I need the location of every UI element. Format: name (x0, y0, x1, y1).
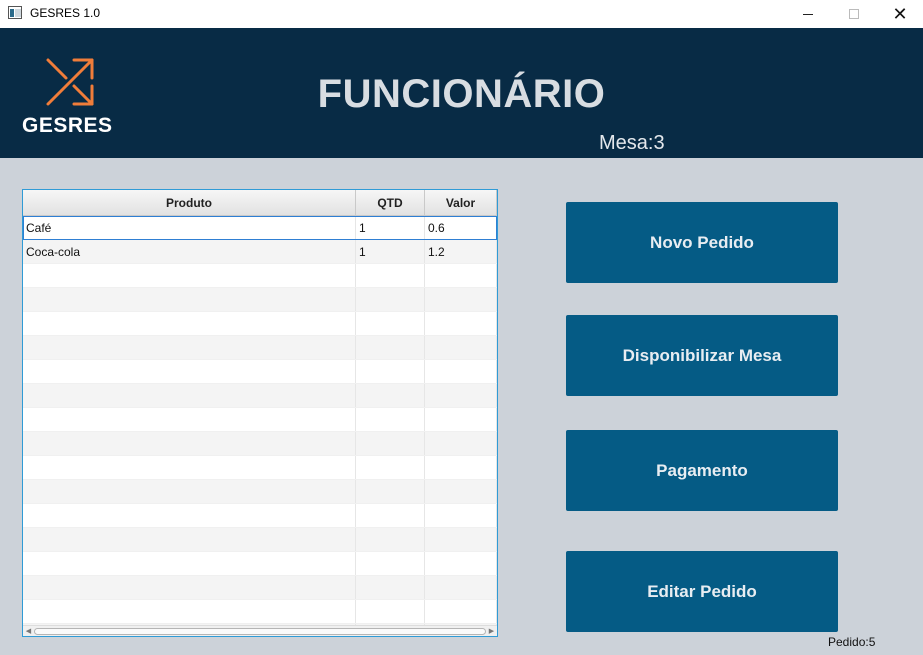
cell-produto (23, 432, 356, 455)
cell-valor (425, 336, 497, 359)
minimize-icon (803, 13, 813, 15)
cell-qtd (356, 336, 425, 359)
cell-qtd (356, 576, 425, 599)
cell-produto (23, 552, 356, 575)
cell-valor (425, 408, 497, 431)
scroll-left-icon[interactable]: ◀ (24, 627, 33, 636)
cell-valor (425, 456, 497, 479)
cell-qtd (356, 432, 425, 455)
table-row[interactable] (23, 432, 497, 456)
cell-produto (23, 576, 356, 599)
cell-produto: Coca-cola (23, 240, 356, 263)
cell-qtd (356, 480, 425, 503)
table-row[interactable]: Coca-cola 1 1.2 (23, 240, 497, 264)
table-row[interactable] (23, 288, 497, 312)
column-header-valor[interactable]: Valor (425, 190, 497, 215)
cell-produto (23, 336, 356, 359)
cell-valor (425, 360, 497, 383)
cell-valor (425, 480, 497, 503)
cell-produto (23, 264, 356, 287)
cell-qtd (356, 504, 425, 527)
cell-valor (425, 600, 497, 623)
cell-qtd (356, 264, 425, 287)
maximize-icon (849, 9, 859, 19)
table-row[interactable] (23, 552, 497, 576)
scrollbar-thumb[interactable] (34, 628, 486, 635)
cell-qtd (356, 360, 425, 383)
table-row[interactable] (23, 384, 497, 408)
table-row[interactable] (23, 600, 497, 624)
editar-pedido-button[interactable]: Editar Pedido (566, 551, 838, 632)
table-header: Produto QTD Valor (23, 190, 497, 216)
cell-valor (425, 312, 497, 335)
cell-produto (23, 456, 356, 479)
column-header-qtd[interactable]: QTD (356, 190, 425, 215)
cell-qtd (356, 552, 425, 575)
cell-produto (23, 528, 356, 551)
minimize-button[interactable] (785, 0, 831, 28)
order-table[interactable]: Produto QTD Valor Café 1 0.6 Coca-cola 1 1.2 … (22, 189, 498, 637)
cell-produto (23, 360, 356, 383)
table-body: Café 1 0.6 Coca-cola 1 1.2 (23, 216, 497, 636)
cell-qtd (356, 312, 425, 335)
cell-qtd (356, 528, 425, 551)
app-window-icon (8, 6, 22, 19)
table-row[interactable]: Café 1 0.6 (23, 216, 497, 240)
table-row[interactable] (23, 264, 497, 288)
cell-produto (23, 504, 356, 527)
table-row[interactable] (23, 408, 497, 432)
cell-qtd: 1 (356, 216, 425, 239)
horizontal-scrollbar[interactable]: ◀ ▶ (23, 625, 497, 636)
cell-valor (425, 288, 497, 311)
table-row[interactable] (23, 312, 497, 336)
cell-valor: 1.2 (425, 240, 497, 263)
cell-qtd (356, 288, 425, 311)
cell-produto: Café (23, 216, 356, 239)
window-title-bar: GESRES 1.0 ✕ (0, 0, 923, 28)
cell-produto (23, 408, 356, 431)
cell-qtd (356, 384, 425, 407)
table-row[interactable] (23, 480, 497, 504)
table-row[interactable] (23, 528, 497, 552)
table-row[interactable] (23, 504, 497, 528)
table-row[interactable] (23, 336, 497, 360)
cell-valor (425, 576, 497, 599)
app-header: GESRES FUNCIONÁRIO Mesa:3 (0, 28, 923, 158)
maximize-button[interactable] (831, 0, 877, 28)
cell-qtd (356, 456, 425, 479)
column-header-produto[interactable]: Produto (23, 190, 356, 215)
cell-valor (425, 384, 497, 407)
cell-valor (425, 552, 497, 575)
cell-produto (23, 288, 356, 311)
cell-valor (425, 528, 497, 551)
cell-valor: 0.6 (425, 216, 497, 239)
novo-pedido-button[interactable]: Novo Pedido (566, 202, 838, 283)
cell-qtd: 1 (356, 240, 425, 263)
cell-produto (23, 312, 356, 335)
cell-qtd (356, 408, 425, 431)
cell-valor (425, 264, 497, 287)
cell-qtd (356, 600, 425, 623)
close-icon: ✕ (892, 3, 908, 25)
logo-text: GESRES (22, 114, 113, 137)
table-row[interactable] (23, 456, 497, 480)
cell-valor (425, 504, 497, 527)
page-title: FUNCIONÁRIO (317, 72, 606, 116)
mesa-label: Mesa:3 (599, 132, 665, 154)
table-row[interactable] (23, 360, 497, 384)
table-row[interactable] (23, 576, 497, 600)
pagamento-button[interactable]: Pagamento (566, 430, 838, 511)
cell-produto (23, 600, 356, 623)
cell-valor (425, 432, 497, 455)
cell-produto (23, 480, 356, 503)
scroll-right-icon[interactable]: ▶ (487, 627, 496, 636)
pedido-number-label: Pedido:5 (828, 635, 876, 649)
disponibilizar-mesa-button[interactable]: Disponibilizar Mesa (566, 315, 838, 396)
close-button[interactable]: ✕ (877, 0, 923, 28)
cell-produto (23, 384, 356, 407)
window-title: GESRES 1.0 (30, 6, 101, 20)
